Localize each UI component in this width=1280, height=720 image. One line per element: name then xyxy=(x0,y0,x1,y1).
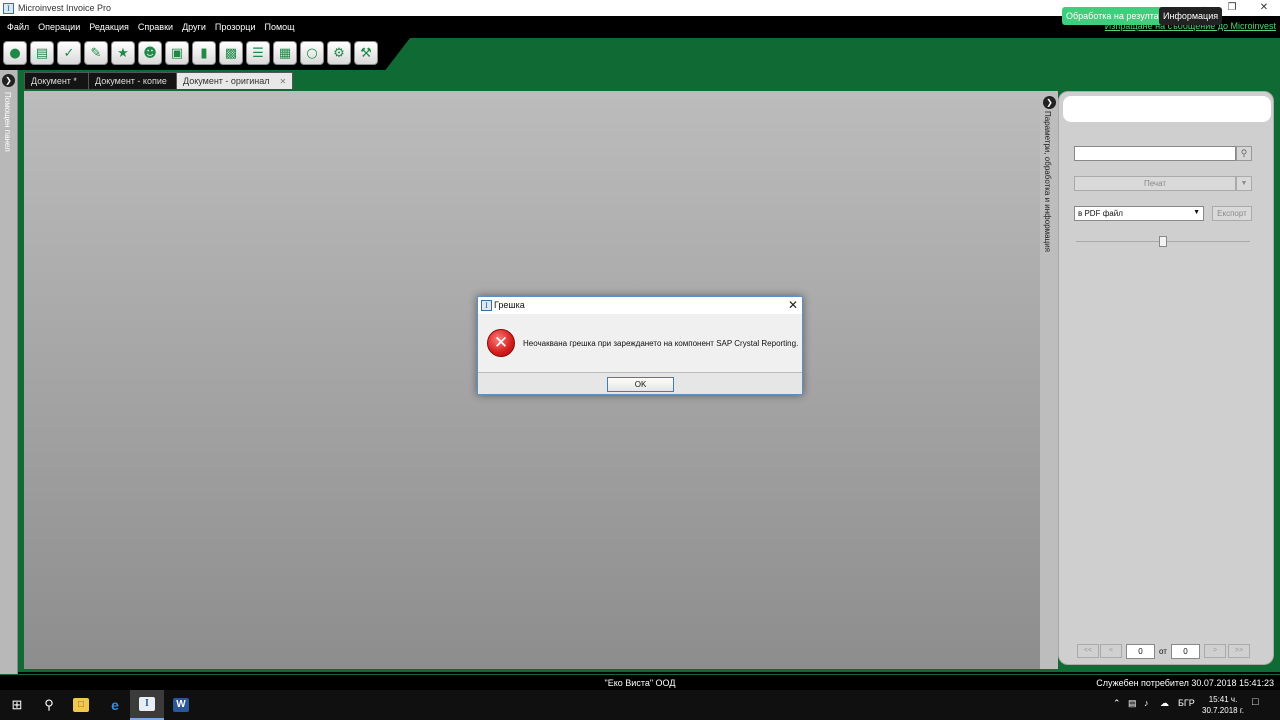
tab-information[interactable]: Информация xyxy=(1159,7,1223,25)
list-icon[interactable]: ☰ xyxy=(246,41,270,65)
status-bar: "Еко Виста" ООД Служебен потребител 30.0… xyxy=(0,674,1280,690)
close-icon[interactable]: ✕ xyxy=(1250,0,1278,16)
tab-result-processing[interactable]: Обработка на резултата xyxy=(1062,7,1172,25)
window-title: Microinvest Invoice Pro xyxy=(18,3,112,13)
system-clock[interactable]: 15:41 ч. 30.7.2018 г. xyxy=(1202,694,1244,716)
menu-edit[interactable]: Редакция xyxy=(89,22,129,32)
ok-button[interactable]: OK xyxy=(607,377,674,392)
windows-start-icon[interactable]: ⊞ xyxy=(0,690,34,720)
parameters-panel-label[interactable]: Параметри, обработка и информация xyxy=(1043,111,1052,252)
help-panel-label[interactable]: Помощен панел xyxy=(3,92,12,152)
clock-date: 30.7.2018 г. xyxy=(1202,706,1244,715)
gears-icon[interactable]: ⚙ xyxy=(327,41,351,65)
menu-operations[interactable]: Операции xyxy=(38,22,80,32)
help-panel-strip: ❯ Помощен панел xyxy=(0,70,18,674)
panel-tabs-bar xyxy=(1063,96,1271,122)
dialog-title: Грешка xyxy=(494,300,525,310)
user-datetime: Служебен потребител 30.07.2018 15:41:23 xyxy=(1096,678,1274,688)
edge-browser-icon[interactable]: e xyxy=(98,690,132,720)
box-icon[interactable]: ▣ xyxy=(165,41,189,65)
collapse-parameters-icon[interactable]: ❯ xyxy=(1043,96,1056,109)
chevron-down-icon[interactable]: ▼ xyxy=(1236,176,1252,191)
notifications-icon[interactable]: □ xyxy=(1252,696,1259,708)
first-page-button[interactable]: << xyxy=(1077,644,1099,658)
chevron-down-icon: ▼ xyxy=(1193,209,1200,216)
package-icon[interactable]: ▦ xyxy=(273,41,297,65)
error-icon: ✕ xyxy=(487,329,515,357)
tab-label: Документ - копие xyxy=(95,76,167,86)
search-icon[interactable]: ⚲ xyxy=(1236,146,1252,161)
menu-help[interactable]: Помощ xyxy=(264,22,294,32)
input-language[interactable]: БГР xyxy=(1178,698,1195,708)
message-icon[interactable]: ○ xyxy=(300,41,324,65)
search-input[interactable] xyxy=(1074,146,1236,161)
dialog-body: ✕ Неочаквана грешка при зареждането на к… xyxy=(478,314,802,372)
info-icon[interactable]: ● xyxy=(3,41,27,65)
favorite-icon[interactable]: ★ xyxy=(111,41,135,65)
clock-time: 15:41 ч. xyxy=(1208,695,1238,704)
tray-chevron-up-icon[interactable]: ⌃ xyxy=(1113,698,1121,709)
taskbar: ⊞ ⚲ □ e I W ⌃ ▤ ♪ ☁ БГР 15:41 ч. 30.7.20… xyxy=(0,690,1280,720)
company-name: "Еко Виста" ООД xyxy=(604,678,676,688)
app-logo-icon: I xyxy=(481,300,492,311)
expand-help-panel-icon[interactable]: ❯ xyxy=(2,74,15,87)
pager-of-label: от xyxy=(1159,647,1167,656)
total-pages-field: 0 xyxy=(1171,644,1200,659)
word-icon: W xyxy=(173,698,189,712)
next-page-button[interactable]: > xyxy=(1204,644,1226,658)
settings-icon[interactable]: ⚒ xyxy=(354,41,378,65)
dialog-footer: OK xyxy=(478,372,802,394)
parameters-panel-strip: ❯ Параметри, обработка и информация xyxy=(1040,91,1058,669)
word-taskbar-icon[interactable]: W xyxy=(164,690,198,720)
check-icon[interactable]: ✓ xyxy=(57,41,81,65)
menu-windows[interactable]: Прозорци xyxy=(215,22,256,32)
folder-icon: □ xyxy=(73,698,89,712)
main-toolbar: ● ▤ ✓ ✎ ★ ☻ ▣ ▮ ▩ ☰ ▦ ○ ⚙ ⚒ xyxy=(3,41,378,65)
tab-label: Документ * xyxy=(31,76,77,86)
close-tab-icon[interactable]: ✕ xyxy=(280,77,287,86)
zoom-slider-thumb[interactable] xyxy=(1159,236,1167,247)
chart-icon[interactable]: ▩ xyxy=(219,41,243,65)
close-icon[interactable]: ✕ xyxy=(788,298,798,312)
maximize-icon[interactable]: ❐ xyxy=(1218,0,1246,16)
menu-file[interactable]: Файл xyxy=(7,22,29,32)
edge-icon: e xyxy=(111,697,119,713)
document-icon[interactable]: ▤ xyxy=(30,41,54,65)
print-button[interactable]: Печат xyxy=(1074,176,1236,191)
file-explorer-icon[interactable]: □ xyxy=(64,690,98,720)
prev-page-button[interactable]: < xyxy=(1100,644,1122,658)
app-logo-icon: I xyxy=(139,697,155,711)
onedrive-icon[interactable]: ☁ xyxy=(1160,698,1169,709)
dialog-title-bar: I Грешка ✕ xyxy=(478,297,802,314)
search-icon[interactable]: ⚲ xyxy=(32,690,66,720)
export-button[interactable]: Експорт xyxy=(1212,206,1252,221)
export-format-value: в PDF файл xyxy=(1078,209,1123,218)
error-dialog: I Грешка ✕ ✕ Неочаквана грешка при зареж… xyxy=(477,296,803,395)
tab-document-original[interactable]: Документ - оригинал ✕ xyxy=(176,72,294,89)
current-page-input[interactable]: 0 xyxy=(1126,644,1155,659)
users-icon[interactable]: ☻ xyxy=(138,41,162,65)
tab-label: Документ - оригинал xyxy=(183,76,270,86)
export-format-select[interactable]: в PDF файл ▼ xyxy=(1074,206,1204,221)
last-page-button[interactable]: >> xyxy=(1228,644,1250,658)
book-icon[interactable]: ▮ xyxy=(192,41,216,65)
network-icon[interactable]: ▤ xyxy=(1128,698,1137,709)
menu-other[interactable]: Други xyxy=(182,22,206,32)
menu-reports[interactable]: Справки xyxy=(138,22,173,32)
invoice-pro-taskbar-icon[interactable]: I xyxy=(130,690,164,720)
edit-icon[interactable]: ✎ xyxy=(84,41,108,65)
volume-icon[interactable]: ♪ xyxy=(1144,698,1149,708)
app-logo-icon: I xyxy=(3,2,14,14)
error-message: Неочаквана грешка при зареждането на ком… xyxy=(523,339,799,348)
